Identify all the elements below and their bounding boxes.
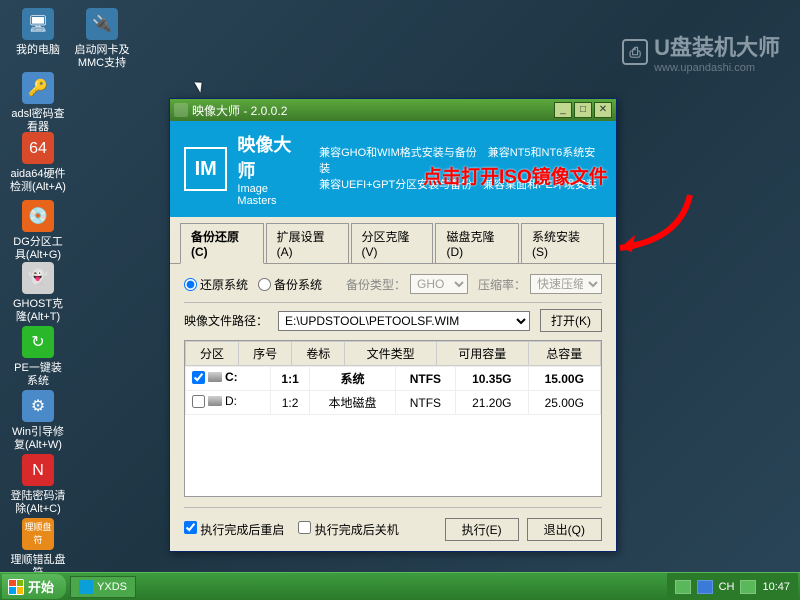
tab[interactable]: 备份还原(C) (180, 223, 264, 264)
desktop-icon-label: PE一键装系统 (10, 362, 66, 388)
minimize-button[interactable]: _ (554, 102, 572, 118)
desktop-icon-label: Win引导修复(Alt+W) (10, 426, 66, 452)
radio-backup[interactable]: 备份系统 (258, 276, 322, 293)
desktop-icon-glyph: ↻ (22, 326, 54, 358)
desktop-icon[interactable]: ⚙ Win引导修复(Alt+W) (10, 390, 66, 452)
open-button[interactable]: 打开(K) (540, 309, 602, 332)
logo-text-cn: 映像大师 (237, 131, 309, 183)
watermark-icon: ⎙ (622, 39, 648, 65)
tray-lang[interactable]: CH (719, 581, 735, 593)
desktop-icon[interactable]: 64 aida64硬件检测(Alt+A) (10, 132, 66, 194)
desktop-icon-glyph: 👻 (22, 262, 54, 294)
window-title: 映像大师 - 2.0.0.2 (192, 102, 287, 119)
desktop-icon[interactable]: ↻ PE一键装系统 (10, 326, 66, 388)
exit-button[interactable]: 退出(Q) (527, 518, 602, 541)
taskbar: 开始 YXDS CH 10:47 (0, 572, 800, 600)
path-label: 映像文件路径： (184, 312, 268, 329)
close-button[interactable]: ✕ (594, 102, 612, 118)
tab[interactable]: 扩展设置(A) (266, 223, 349, 263)
backup-type-select: GHO (410, 274, 468, 294)
logo-text-en: Image Masters (237, 183, 309, 207)
desktop-icon-label: aida64硬件检测(Alt+A) (10, 168, 66, 194)
desktop-icon-label: DG分区工具(Alt+G) (10, 236, 66, 262)
tab[interactable]: 磁盘克隆(D) (435, 223, 519, 263)
panel-backup-restore: 还原系统 备份系统 备份类型： GHO 压缩率： 快速压缩 (170, 264, 616, 507)
desktop-icon[interactable]: 🔌 启动网卡及MMC支持 (74, 8, 130, 70)
tab[interactable]: 系统安装(S) (521, 223, 604, 263)
table-row[interactable]: C:1:1系统NTFS10.35G15.00G (186, 367, 601, 391)
annotation-text: 点击打开ISO镜像文件 (423, 162, 608, 189)
titlebar[interactable]: 映像大师 - 2.0.0.2 _ □ ✕ (170, 99, 616, 121)
desktop: 🖥 我的电脑 🔌 启动网卡及MMC支持 🔑 adsl密码查看器64 aida64硬件检测(A… (0, 0, 800, 600)
radio-restore[interactable]: 还原系统 (184, 276, 248, 293)
row-checkbox[interactable] (192, 395, 205, 408)
checkbox-shutdown[interactable]: 执行完成后关机 (298, 521, 398, 538)
tray-icon[interactable] (740, 580, 756, 594)
watermark-url: www.upandashi.com (654, 62, 780, 74)
desktop-icon-glyph: N (22, 454, 54, 486)
watermark: ⎙ U盘装机大师 www.upandashi.com (622, 30, 780, 74)
start-button[interactable]: 开始 (2, 574, 66, 599)
mouse-cursor (194, 79, 205, 92)
compress-select: 快速压缩 (530, 274, 602, 294)
table-header[interactable]: 分区 (186, 342, 239, 366)
desktop-icon-glyph: 🔌 (86, 8, 118, 40)
desktop-icon[interactable]: 💿 DG分区工具(Alt+G) (10, 200, 66, 262)
desktop-icon-label: 我的电脑 (10, 44, 66, 57)
taskbar-app-button[interactable]: YXDS (70, 576, 136, 598)
compress-label: 压缩率： (478, 276, 526, 293)
watermark-brand: U盘装机大师 (654, 35, 780, 60)
desktop-icon-glyph: 64 (22, 132, 54, 164)
footer: 执行完成后重启 执行完成后关机 执行(E) 退出(Q) (170, 508, 616, 551)
image-path-input[interactable]: E:\UPDSTOOL\PETOOLSF.WIM (278, 311, 530, 331)
desktop-icon[interactable]: 👻 GHOST克隆(Alt+T) (10, 262, 66, 324)
table-header[interactable]: 总容量 (528, 342, 600, 366)
system-tray: CH 10:47 (667, 573, 798, 600)
desktop-icon[interactable]: N 登陆密码清除(Alt+C) (10, 454, 66, 516)
partition-table: 分区序号卷标文件类型可用容量总容量 C:1:1系统NTFS10.35G15.00… (184, 340, 602, 497)
row-checkbox[interactable] (192, 371, 205, 384)
table-row[interactable]: D:1:2本地磁盘NTFS21.20G25.00G (186, 391, 601, 415)
desktop-icon-label: 登陆密码清除(Alt+C) (10, 490, 66, 516)
desktop-icon-label: GHOST克隆(Alt+T) (10, 298, 66, 324)
desktop-icon-glyph: ⚙ (22, 390, 54, 422)
tray-icon[interactable] (675, 580, 691, 594)
drive-icon (208, 372, 222, 382)
app-icon (174, 103, 188, 117)
desktop-icon-glyph: 🖥 (22, 8, 54, 40)
table-header[interactable]: 序号 (239, 342, 292, 366)
maximize-button[interactable]: □ (574, 102, 592, 118)
desktop-icon-glyph: 💿 (22, 200, 54, 232)
windows-logo-icon (8, 579, 24, 595)
tray-lang-icon[interactable] (697, 580, 713, 594)
desktop-icon-label: 启动网卡及MMC支持 (74, 44, 130, 70)
desktop-icon[interactable]: 🔑 adsl密码查看器 (10, 72, 66, 134)
desktop-icon[interactable]: 🖥 我的电脑 (10, 8, 66, 57)
desktop-icon[interactable]: 理顺盘符理顺错乱盘符 (10, 518, 66, 580)
desktop-icon-glyph: 🔑 (22, 72, 54, 104)
tab[interactable]: 分区克隆(V) (351, 223, 434, 263)
logo-icon: IM (184, 147, 227, 191)
execute-button[interactable]: 执行(E) (445, 518, 519, 541)
table-header[interactable]: 可用容量 (436, 342, 528, 366)
desktop-icon-glyph: 理顺盘符 (22, 518, 54, 550)
checkbox-reboot[interactable]: 执行完成后重启 (184, 521, 284, 538)
taskbar-app-icon (79, 580, 93, 594)
desktop-icon-label: adsl密码查看器 (10, 108, 66, 134)
tray-clock[interactable]: 10:47 (762, 581, 790, 593)
drive-icon (208, 396, 222, 406)
table-header[interactable]: 卷标 (292, 342, 345, 366)
backup-type-label: 备份类型： (346, 276, 406, 293)
tab-bar: 备份还原(C)扩展设置(A)分区克隆(V)磁盘克隆(D)系统安装(S) (170, 217, 616, 264)
table-header[interactable]: 文件类型 (345, 342, 437, 366)
